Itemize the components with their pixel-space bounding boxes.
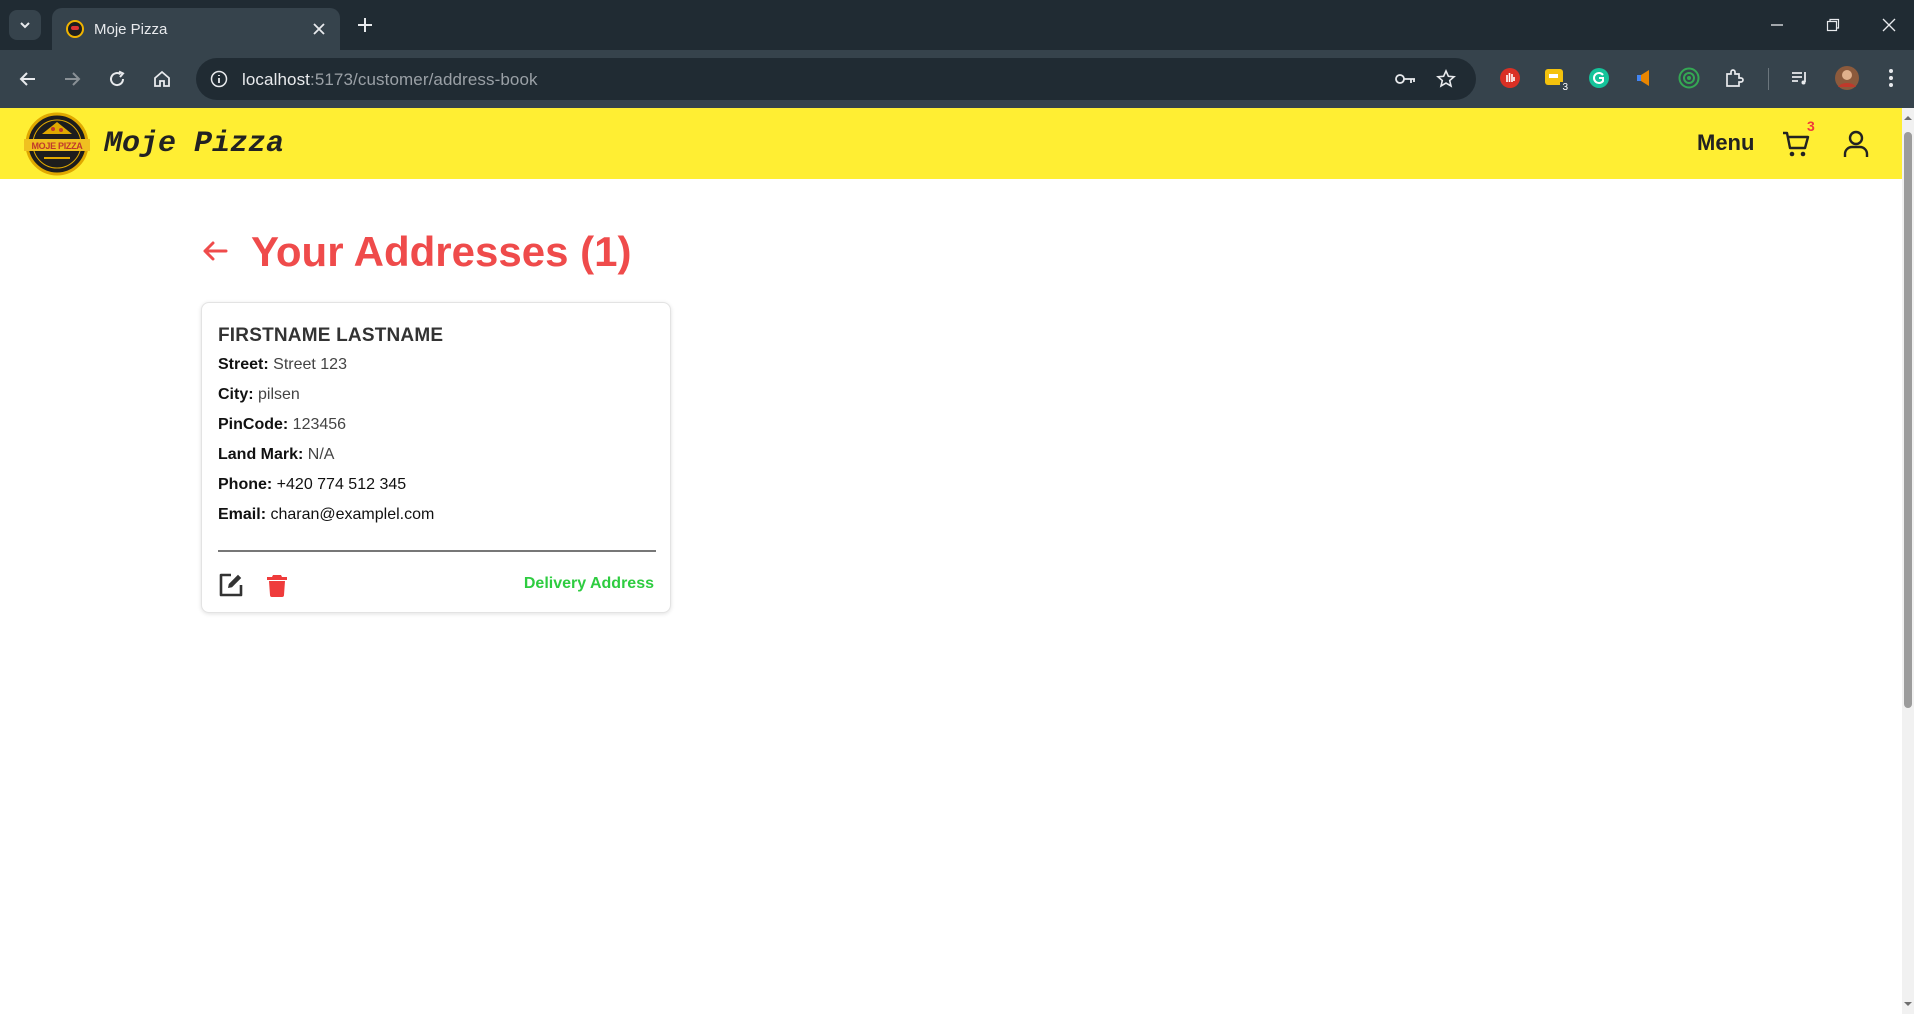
landmark-value: N/A <box>307 446 335 463</box>
password-manager-button[interactable] <box>1394 67 1418 91</box>
tab-title: Moje Pizza <box>94 21 168 38</box>
page-title: Your Addresses (1) <box>251 228 632 275</box>
close-tab-button[interactable] <box>308 18 330 40</box>
extension-badge[interactable]: 3 <box>1542 65 1570 93</box>
hand-stop-icon <box>1500 68 1520 88</box>
trash-icon <box>267 575 287 597</box>
browser-menu-button[interactable] <box>1878 65 1904 91</box>
pincode-label: PinCode: <box>218 416 289 433</box>
browser-tab[interactable]: Moje Pizza <box>52 8 340 50</box>
menu-link[interactable]: Menu <box>1697 130 1754 156</box>
megaphone-icon <box>1637 70 1649 86</box>
address-street: Street: Street 123 <box>218 356 347 374</box>
arrow-left-icon <box>203 241 228 261</box>
arrow-left-icon <box>19 72 35 86</box>
restore-button[interactable] <box>1820 12 1846 38</box>
edit-icon <box>219 573 243 597</box>
extension-target[interactable] <box>1676 65 1702 91</box>
city-label: City: <box>218 386 254 403</box>
address-landmark: Land Mark: N/A <box>218 446 334 464</box>
brand-name[interactable]: Moje Pizza <box>104 127 284 161</box>
street-label: Street: <box>218 356 269 373</box>
bookmark-button[interactable] <box>1434 67 1458 91</box>
close-icon <box>313 23 325 35</box>
close-window-button[interactable] <box>1876 12 1902 38</box>
minimize-button[interactable] <box>1764 12 1790 38</box>
profile-avatar-button[interactable] <box>1834 65 1860 91</box>
puzzle-icon <box>1726 69 1744 87</box>
toolbar-separator <box>1768 68 1769 90</box>
url-host: localhost <box>242 70 310 89</box>
avatar-icon <box>1835 66 1859 90</box>
pincode-value: 123456 <box>292 416 347 433</box>
media-controls-button[interactable] <box>1787 65 1813 91</box>
back-link[interactable] <box>200 236 230 266</box>
url-text[interactable]: localhost:5173/customer/address-book <box>242 70 538 90</box>
plus-icon <box>358 18 372 32</box>
email-value: charan@examplel.com <box>270 506 435 523</box>
extension-megaphone[interactable] <box>1631 65 1657 91</box>
city-value: pilsen <box>258 386 300 403</box>
moje-pizza-logo[interactable]: MOJE PIZZA <box>20 112 94 176</box>
forward-button[interactable] <box>58 65 86 93</box>
kebab-menu-icon <box>1889 69 1893 87</box>
back-button[interactable] <box>14 65 42 93</box>
info-icon <box>210 70 228 88</box>
site-info-button[interactable] <box>206 66 232 92</box>
tab-search-button[interactable] <box>9 10 41 40</box>
landmark-label: Land Mark: <box>218 446 304 463</box>
phone-value: +420 774 512 345 <box>276 476 407 493</box>
home-icon <box>154 70 170 87</box>
scroll-down-arrow-icon[interactable] <box>1904 1000 1912 1008</box>
circle-target-icon <box>1678 67 1700 89</box>
chevron-down-icon <box>20 22 30 29</box>
home-button[interactable] <box>148 65 176 93</box>
scroll-up-arrow-icon[interactable] <box>1904 114 1912 122</box>
close-icon <box>1882 18 1896 32</box>
logo-text: MOJE PIZZA <box>31 141 83 151</box>
address-email: Email: charan@examplel.com <box>218 506 434 524</box>
browser-toolbar: localhost:5173/customer/address-book <box>0 50 1914 108</box>
street-value: Street 123 <box>273 356 347 373</box>
arrow-right-icon <box>65 72 81 86</box>
address-card: FIRSTNAME LASTNAME Street: Street 123 Ci… <box>201 302 671 613</box>
playlist-icon <box>1792 72 1806 85</box>
extension-hand-stop[interactable] <box>1497 65 1523 91</box>
cart-count-badge: 3 <box>1807 118 1815 134</box>
restore-icon <box>1826 18 1840 32</box>
new-tab-button[interactable] <box>352 12 378 38</box>
star-icon <box>1436 69 1456 88</box>
address-pincode: PinCode: 123456 <box>218 416 346 434</box>
delivery-address-tag[interactable]: Delivery Address <box>524 575 654 593</box>
card-divider <box>218 550 656 552</box>
address-phone: Phone: +420 774 512 345 <box>218 476 406 494</box>
page-scrollbar[interactable] <box>1902 108 1914 1014</box>
edit-address-button[interactable] <box>217 571 245 599</box>
address-bar[interactable]: localhost:5173/customer/address-book <box>196 58 1476 100</box>
delete-address-button[interactable] <box>266 573 288 597</box>
app-header: MOJE PIZZA Moje Pizza Menu 3 <box>0 108 1902 179</box>
account-button[interactable] <box>1840 128 1872 160</box>
url-path: :5173/customer/address-book <box>310 70 538 89</box>
address-name: FIRSTNAME LASTNAME <box>218 325 444 346</box>
address-city: City: pilsen <box>218 386 300 404</box>
extension-badge-count: 3 <box>1560 82 1570 93</box>
reload-button[interactable] <box>103 65 131 93</box>
pizza-favicon-icon <box>66 20 84 38</box>
user-icon <box>1843 130 1869 157</box>
grammarly-icon <box>1589 68 1609 88</box>
extensions-menu-button[interactable] <box>1721 65 1747 91</box>
minimize-icon <box>1771 24 1783 26</box>
browser-tab-strip: Moje Pizza <box>0 0 1914 50</box>
reload-icon <box>110 70 125 87</box>
extension-grammarly[interactable] <box>1586 65 1612 91</box>
email-label: Email: <box>218 506 267 523</box>
phone-label: Phone: <box>218 476 273 493</box>
scrollbar-thumb[interactable] <box>1904 132 1912 708</box>
key-icon <box>1395 74 1415 84</box>
